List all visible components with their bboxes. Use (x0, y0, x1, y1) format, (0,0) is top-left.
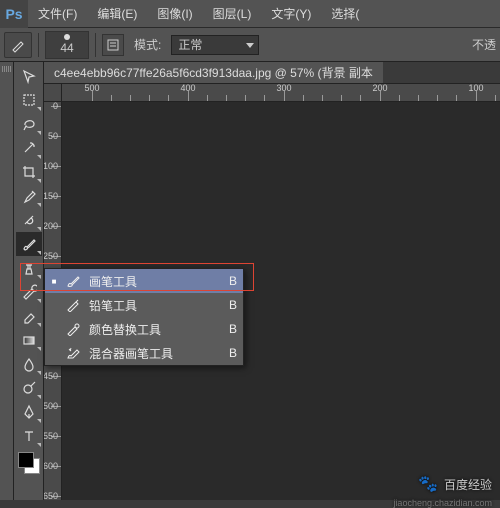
brush-tool-flyout: ■ 画笔工具 B 铅笔工具 B 颜色替换工具 B 混合器画笔工具 B (44, 268, 244, 366)
menu-image[interactable]: 图像(I) (147, 0, 202, 28)
options-bar: 44 模式: 正常 不透 (0, 28, 500, 62)
tools-panel (14, 62, 44, 500)
tool-brush[interactable] (16, 232, 42, 256)
menu-select[interactable]: 选择( (321, 0, 369, 28)
menu-file[interactable]: 文件(F) (28, 0, 87, 28)
flyout-label: 铅笔工具 (89, 297, 221, 314)
ruler-corner (44, 84, 62, 102)
tool-eraser[interactable] (16, 304, 42, 328)
ruler-horizontal: 500400300200100 (62, 84, 500, 102)
flyout-mixer-brush[interactable]: 混合器画笔工具 B (45, 341, 243, 365)
watermark-text: 百度经验 (444, 476, 492, 493)
flyout-selected-dot: ■ (51, 277, 57, 286)
tool-spot-heal[interactable] (16, 208, 42, 232)
brush-preset-picker[interactable]: 44 (45, 31, 89, 59)
flyout-key: B (229, 346, 237, 360)
replace-icon (65, 322, 81, 336)
color-swatches[interactable] (16, 450, 42, 476)
pencil-icon (65, 298, 81, 312)
tool-crop[interactable] (16, 160, 42, 184)
menu-type[interactable]: 文字(Y) (261, 0, 321, 28)
tool-move[interactable] (16, 64, 42, 88)
tool-pen[interactable] (16, 400, 42, 424)
blend-mode-value: 正常 (178, 38, 202, 52)
brush-panel-icon[interactable] (102, 34, 124, 56)
flyout-key: B (229, 274, 237, 288)
document-tab[interactable]: c4ee4ebb96c77ffe26a5f6cd3f913daa.jpg @ 5… (44, 62, 383, 83)
flyout-key: B (229, 322, 237, 336)
flyout-label: 颜色替换工具 (89, 321, 221, 338)
brush-size-value: 44 (60, 41, 73, 55)
menu-layer[interactable]: 图层(L) (203, 0, 262, 28)
flyout-color-replace[interactable]: 颜色替换工具 B (45, 317, 243, 341)
watermark: 🐾 百度经验 (418, 474, 492, 494)
tool-clone[interactable] (16, 256, 42, 280)
mode-label: 模式: (130, 36, 165, 53)
mixer-icon (65, 346, 81, 360)
tool-preset-picker[interactable] (4, 32, 32, 58)
document-tabs: c4ee4ebb96c77ffe26a5f6cd3f913daa.jpg @ 5… (44, 62, 500, 84)
tool-gradient[interactable] (16, 328, 42, 352)
opacity-label: 不透 (468, 36, 500, 53)
tool-blur[interactable] (16, 352, 42, 376)
tool-lasso[interactable] (16, 112, 42, 136)
tool-dodge[interactable] (16, 376, 42, 400)
foreground-color[interactable] (18, 452, 34, 468)
paw-icon: 🐾 (418, 474, 438, 494)
panel-grip[interactable] (0, 62, 14, 500)
tool-marquee[interactable] (16, 88, 42, 112)
tool-history-brush[interactable] (16, 280, 42, 304)
flyout-label: 混合器画笔工具 (89, 345, 221, 362)
tool-eyedropper[interactable] (16, 184, 42, 208)
flyout-label: 画笔工具 (89, 273, 221, 290)
blend-mode-select[interactable]: 正常 (171, 35, 259, 55)
tool-type[interactable] (16, 424, 42, 448)
flyout-pencil[interactable]: 铅笔工具 B (45, 293, 243, 317)
brush-icon (65, 274, 81, 288)
app-logo: Ps (0, 0, 28, 28)
tool-wand[interactable] (16, 136, 42, 160)
flyout-brush[interactable]: ■ 画笔工具 B (45, 269, 243, 293)
menu-edit[interactable]: 编辑(E) (87, 0, 147, 28)
flyout-key: B (229, 298, 237, 312)
menu-bar: Ps 文件(F) 编辑(E) 图像(I) 图层(L) 文字(Y) 选择( (0, 0, 500, 28)
